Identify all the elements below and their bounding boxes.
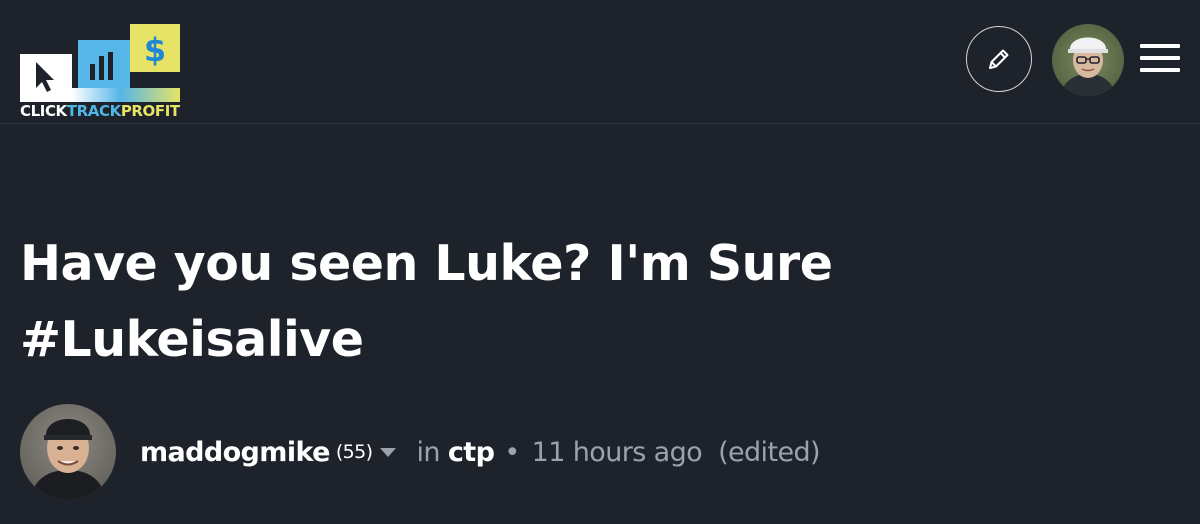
top-navigation-bar: $ CLICKTRACKPROFIT [0,0,1200,124]
chevron-down-icon[interactable] [380,447,397,457]
in-label: in [416,436,440,468]
menu-bar-line [1140,56,1180,60]
post-title: Have you seen Luke? I'm Sure #Lukeisaliv… [20,235,833,368]
author-avatar-image [20,404,116,500]
post-timestamp[interactable]: 11 hours ago [532,437,703,468]
logo-word-click: CLICK [20,102,67,120]
clicktrackprofit-logo[interactable]: $ CLICKTRACKPROFIT [20,24,182,120]
post-meta: maddogmike (55) in ctp • 11 hours ago (e… [140,430,821,474]
logo-wordmark: CLICKTRACKPROFIT [20,102,180,120]
user-avatar[interactable] [1052,24,1124,96]
author-reputation: (55) [335,441,373,463]
write-post-button[interactable] [966,26,1032,92]
pencil-icon [989,49,1009,69]
user-avatar-image [1052,24,1124,96]
logo-dollar-sign: $ [144,31,166,69]
menu-bar-line [1140,44,1180,48]
logo-word-profit: PROFIT [120,102,180,120]
community-link[interactable]: ctp [448,437,495,468]
menu-bar-line [1140,68,1180,72]
hamburger-menu-button[interactable] [1140,40,1180,76]
author-avatar[interactable] [20,404,116,500]
edited-label: (edited) [718,436,820,468]
author-link[interactable]: maddogmike [140,437,330,468]
separator-dot: • [504,436,520,468]
logo-graphic: $ [20,24,180,102]
logo-word-track: TRACK [66,102,121,120]
